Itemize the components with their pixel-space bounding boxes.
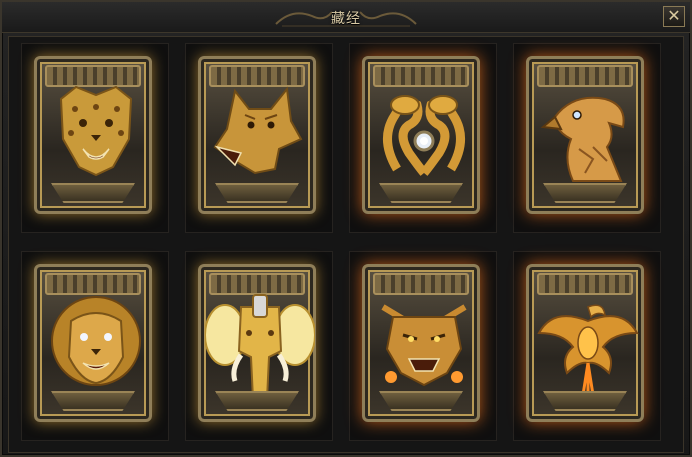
window-title: 藏经 <box>331 11 361 27</box>
card-frame <box>362 56 480 214</box>
card-slot-elephant[interactable] <box>185 251 333 441</box>
card-base <box>51 391 135 411</box>
card-base <box>543 391 627 411</box>
card-base <box>51 183 135 203</box>
card-slot-phoenix[interactable] <box>513 251 661 441</box>
card-base <box>543 183 627 203</box>
phoenix-icon <box>537 304 639 399</box>
wolf-icon <box>213 86 303 175</box>
close-button[interactable]: ✕ <box>663 6 685 27</box>
title-bar: 藏经 ✕ <box>2 2 690 33</box>
card-base <box>215 183 299 203</box>
card-frame <box>198 264 316 422</box>
card-frame <box>34 56 152 214</box>
card-frame <box>198 56 316 214</box>
eagle-icon <box>540 96 625 182</box>
card-base <box>379 183 463 203</box>
twin-serpent-icon <box>383 95 465 176</box>
card-slot-lion[interactable] <box>21 251 169 441</box>
card-slot-eagle[interactable] <box>513 43 661 233</box>
close-icon: ✕ <box>667 6 681 25</box>
card-base <box>379 391 463 411</box>
lion-icon <box>51 296 141 386</box>
elephant-icon <box>205 294 315 400</box>
card-slot-serpent[interactable] <box>349 43 497 233</box>
card-slot-dragon[interactable] <box>349 251 497 441</box>
dragon-icon <box>381 304 467 387</box>
card-frame <box>526 56 644 214</box>
card-frame <box>526 264 644 422</box>
card-grid <box>8 36 684 453</box>
card-slot-wolf[interactable] <box>185 43 333 233</box>
card-slot-leopard[interactable] <box>21 43 169 233</box>
card-frame <box>34 264 152 422</box>
codex-window: 藏经 ✕ <box>0 0 692 457</box>
leopard-icon <box>59 85 133 177</box>
card-frame <box>362 264 480 422</box>
card-base <box>215 391 299 411</box>
